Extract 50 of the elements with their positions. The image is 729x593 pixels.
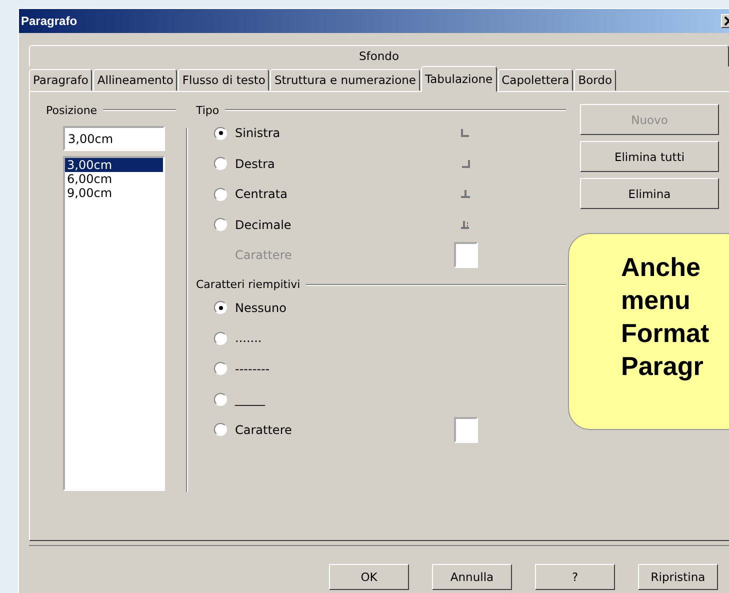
tab-stop-icon bbox=[460, 220, 471, 230]
radio-button[interactable] bbox=[214, 423, 227, 436]
tab-stop-icon bbox=[460, 189, 471, 200]
radio-label: Decimale bbox=[235, 218, 292, 232]
action-button[interactable]: Elimina bbox=[580, 178, 719, 209]
tab-stop-icon bbox=[460, 128, 471, 138]
action-button[interactable]: Elimina tutti bbox=[580, 141, 719, 172]
radio-label: _____ bbox=[235, 392, 265, 406]
dialog-button[interactable]: Ripristina bbox=[638, 564, 718, 590]
callout-text: Anche bbox=[621, 251, 700, 284]
radio-label: Nessuno bbox=[235, 300, 286, 315]
tab[interactable]: Capolettera bbox=[498, 69, 574, 91]
radio-label: Destra bbox=[235, 156, 275, 171]
window-title: Paragrafo bbox=[21, 14, 78, 28]
position-field[interactable]: 3,00cm bbox=[63, 126, 165, 151]
dialog-button[interactable]: OK bbox=[329, 564, 409, 590]
tab[interactable]: Sfondo bbox=[29, 45, 729, 67]
tab[interactable]: Allineamento bbox=[93, 69, 178, 91]
radio-label: Centrata bbox=[235, 187, 288, 202]
tab-stop-icon bbox=[460, 158, 471, 169]
tab[interactable]: Paragrafo bbox=[29, 69, 92, 91]
radio-button[interactable] bbox=[214, 392, 227, 406]
dialog-button[interactable]: ? bbox=[535, 564, 615, 590]
character-field[interactable] bbox=[454, 416, 478, 443]
tab[interactable]: Struttura e numerazione bbox=[270, 69, 420, 91]
group-label: Tipo bbox=[196, 104, 220, 116]
callout-text: Format bbox=[621, 317, 710, 350]
callout-text: Paragr bbox=[621, 350, 704, 383]
radio-button[interactable] bbox=[214, 332, 227, 345]
radio-button[interactable] bbox=[214, 301, 227, 314]
list-item[interactable]: 9,00cm bbox=[65, 186, 163, 200]
radio-button[interactable] bbox=[214, 157, 227, 170]
radio-button[interactable] bbox=[214, 126, 227, 140]
group-label: Posizione bbox=[46, 104, 98, 116]
radio-button[interactable] bbox=[214, 188, 227, 201]
radio-label: -------- bbox=[235, 362, 270, 376]
tab[interactable]: Tabulazione bbox=[421, 66, 497, 92]
radio-label: Carattere bbox=[235, 422, 292, 437]
radio-button[interactable] bbox=[214, 362, 227, 376]
tab[interactable]: Flusso di testo bbox=[178, 69, 270, 91]
tab[interactable]: Bordo bbox=[574, 69, 616, 91]
group-label: Caratteri riempitivi bbox=[196, 278, 300, 291]
character-label: Carattere bbox=[235, 248, 292, 262]
radio-label: Sinistra bbox=[235, 126, 280, 140]
callout-text: menu bbox=[621, 284, 690, 317]
radio-label: ....... bbox=[235, 331, 262, 346]
list-item[interactable]: 6,00cm bbox=[65, 172, 163, 186]
list-item[interactable]: 3,00cm bbox=[65, 158, 163, 172]
radio-button[interactable] bbox=[214, 218, 227, 232]
dialog-button[interactable]: Annulla bbox=[432, 564, 512, 590]
